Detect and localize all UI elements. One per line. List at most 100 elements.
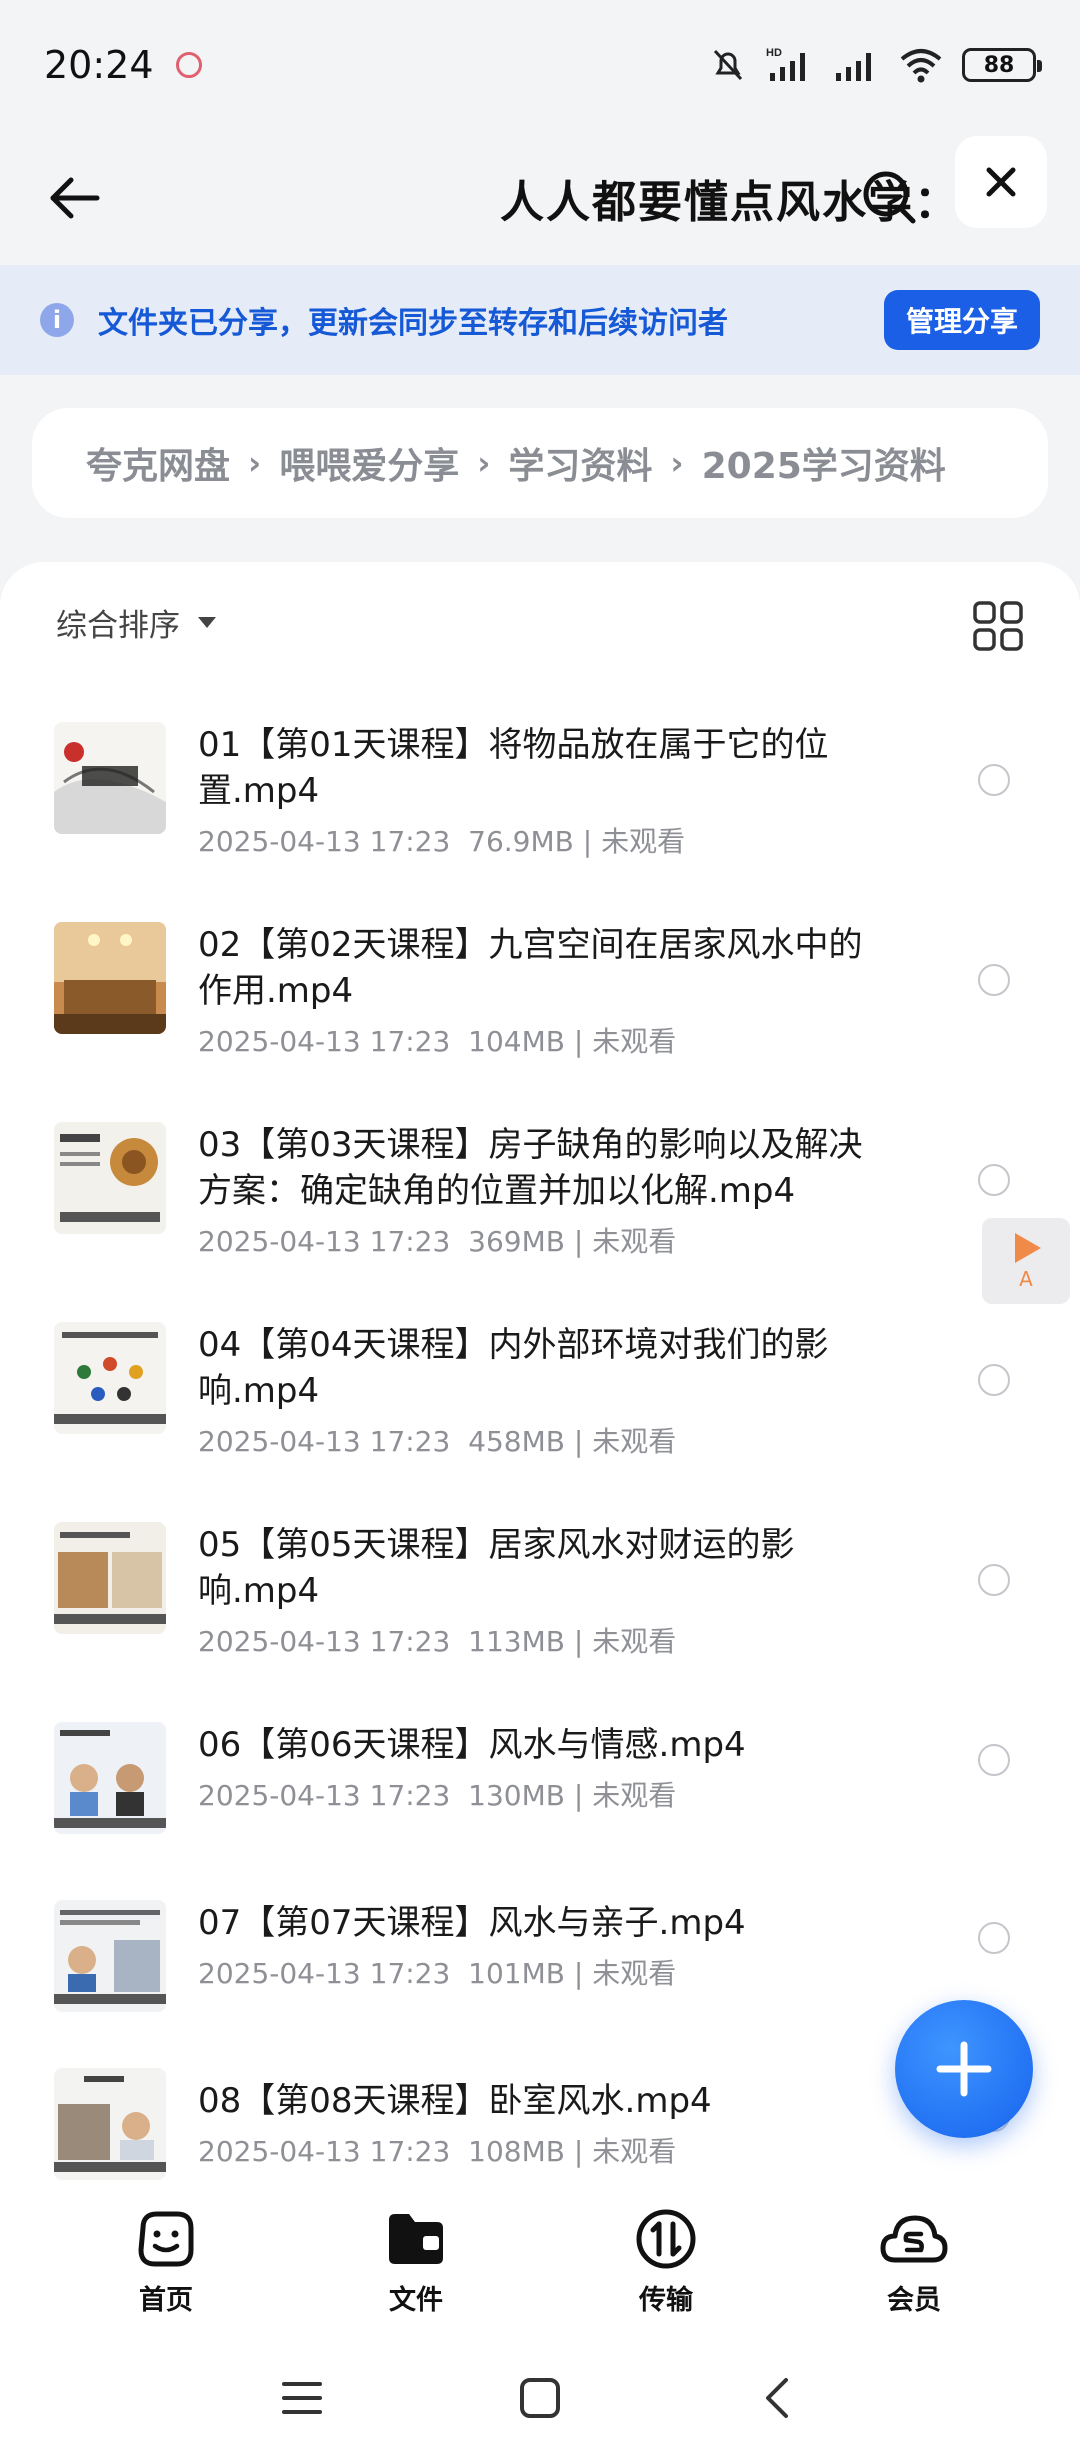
floating-play-widget[interactable]: A bbox=[982, 1218, 1070, 1304]
breadcrumb-item[interactable]: 喂喂爱分享 bbox=[279, 437, 459, 489]
add-button[interactable] bbox=[895, 2000, 1033, 2138]
watch-status: 未观看 bbox=[592, 1779, 677, 1812]
file-date: 2025-04-13 17:23 bbox=[198, 1779, 451, 1812]
file-name: 02【第02天课程】九宫空间在居家风水中的作用.mp4 bbox=[198, 925, 863, 1011]
file-date: 2025-04-13 17:23 bbox=[198, 1425, 451, 1458]
file-meta: 2025-04-13 17:23 108MB | 未观看 bbox=[198, 2135, 677, 2168]
sort-dropdown[interactable]: 综合排序 bbox=[56, 600, 216, 645]
chevron-right-icon: › bbox=[670, 444, 684, 482]
top-bar: 人人都要懂点风水学：1... bbox=[0, 130, 1080, 265]
mute-bell-icon bbox=[713, 49, 743, 81]
share-banner: i 文件夹已分享，更新会同步至转存和后续访问者 管理分享 bbox=[0, 265, 1080, 375]
status-icons: HD 88 bbox=[708, 45, 1042, 85]
plus-icon bbox=[936, 2041, 992, 2097]
file-name: 06【第06天课程】风水与情感.mp4 bbox=[198, 1725, 746, 1765]
back-button[interactable] bbox=[40, 163, 110, 233]
video-thumbnail bbox=[54, 1122, 166, 1234]
file-name: 04【第04天课程】内外部环境对我们的影响.mp4 bbox=[198, 1325, 829, 1411]
menu-icon[interactable] bbox=[280, 2376, 324, 2420]
file-name: 08【第08天课程】卧室风水.mp4 bbox=[198, 2081, 712, 2121]
info-icon: i bbox=[40, 303, 74, 337]
home-face-icon bbox=[138, 2211, 194, 2267]
nav-files[interactable]: 文件 bbox=[336, 2206, 496, 2317]
watch-status: 未观看 bbox=[601, 825, 686, 858]
nav-label: 传输 bbox=[639, 2285, 693, 2316]
file-meta: 2025-04-13 17:23 113MB | 未观看 bbox=[198, 1625, 677, 1658]
video-thumbnail bbox=[54, 922, 166, 1034]
watch-status: 未观看 bbox=[592, 1025, 677, 1058]
watch-status: 未观看 bbox=[592, 1225, 677, 1258]
nav-label: 文件 bbox=[389, 2285, 443, 2316]
select-radio[interactable] bbox=[978, 1744, 1010, 1776]
svg-text:HD: HD bbox=[766, 47, 782, 59]
search-icon bbox=[863, 171, 916, 224]
video-thumbnail bbox=[54, 2068, 166, 2180]
battery-indicator: 88 bbox=[962, 48, 1042, 82]
close-button[interactable] bbox=[955, 136, 1047, 228]
search-button[interactable] bbox=[852, 160, 926, 234]
watch-status: 未观看 bbox=[592, 2135, 677, 2168]
nav-label: 会员 bbox=[887, 2285, 941, 2316]
caret-down-icon bbox=[198, 617, 216, 628]
close-icon bbox=[986, 167, 1016, 197]
file-date: 2025-04-13 17:23 bbox=[198, 1225, 451, 1258]
file-size: 130MB bbox=[468, 1779, 565, 1812]
chevron-right-icon: › bbox=[248, 444, 262, 482]
chevron-right-icon: › bbox=[477, 444, 491, 482]
battery-level: 88 bbox=[983, 52, 1015, 78]
home-square-icon[interactable] bbox=[518, 2376, 562, 2420]
signal-hd-icon: HD bbox=[766, 47, 805, 81]
widget-letter: A bbox=[1019, 1267, 1033, 1291]
nav-vip[interactable]: 会员 bbox=[834, 2206, 994, 2317]
file-name: 03【第03天课程】房子缺角的影响以及解决方案：确定缺角的位置并加以化解.mp4 bbox=[198, 1125, 863, 1211]
play-icon bbox=[1015, 1233, 1041, 1263]
back-chevron-icon[interactable] bbox=[756, 2376, 800, 2420]
file-meta: 2025-04-13 17:23 101MB | 未观看 bbox=[198, 1957, 677, 1990]
watch-status: 未观看 bbox=[592, 1625, 677, 1658]
file-list-panel: 综合排序 01【第01天课程】将物品放在属于它的位置.mp4 2025-04-1… bbox=[0, 562, 1080, 2194]
share-notice-text: 文件夹已分享，更新会同步至转存和后续访问者 bbox=[98, 306, 728, 341]
file-size: 101MB bbox=[468, 1957, 565, 1990]
breadcrumb-item[interactable]: 学习资料 bbox=[508, 437, 652, 489]
video-thumbnail bbox=[54, 722, 166, 834]
file-meta: 2025-04-13 17:23 104MB | 未观看 bbox=[198, 1025, 677, 1058]
app-notification-icon bbox=[175, 52, 202, 78]
breadcrumb-item-current[interactable]: 2025学习资料 bbox=[702, 437, 946, 489]
select-radio[interactable] bbox=[978, 1564, 1010, 1596]
file-date: 2025-04-13 17:23 bbox=[198, 825, 451, 858]
wifi-icon bbox=[900, 49, 942, 83]
file-size: 113MB bbox=[468, 1625, 565, 1658]
file-size: 76.9MB bbox=[468, 825, 574, 858]
signal-icon bbox=[836, 53, 871, 81]
video-thumbnail bbox=[54, 1322, 166, 1434]
nav-home[interactable]: 首页 bbox=[86, 2206, 246, 2317]
file-name: 07【第07天课程】风水与亲子.mp4 bbox=[198, 1903, 746, 1943]
video-thumbnail bbox=[54, 1522, 166, 1634]
grid-view-icon[interactable] bbox=[972, 600, 1024, 652]
select-radio[interactable] bbox=[978, 1164, 1010, 1196]
breadcrumb-item[interactable]: 夸克网盘 bbox=[86, 437, 230, 489]
file-meta: 2025-04-13 17:23 130MB | 未观看 bbox=[198, 1779, 677, 1812]
system-nav-bar bbox=[0, 2334, 1080, 2460]
select-radio[interactable] bbox=[978, 764, 1010, 796]
vip-cloud-icon bbox=[880, 2215, 948, 2263]
nav-transfer[interactable]: 传输 bbox=[586, 2206, 746, 2317]
status-time: 20:24 bbox=[44, 43, 154, 87]
select-radio[interactable] bbox=[978, 964, 1010, 996]
select-radio[interactable] bbox=[978, 1922, 1010, 1954]
transfer-icon bbox=[636, 2209, 696, 2269]
file-meta: 2025-04-13 17:23 76.9MB | 未观看 bbox=[198, 825, 686, 858]
file-name: 05【第05天课程】居家风水对财运的影响.mp4 bbox=[198, 1525, 795, 1611]
file-date: 2025-04-13 17:23 bbox=[198, 1025, 451, 1058]
video-thumbnail bbox=[54, 1900, 166, 2012]
select-radio[interactable] bbox=[978, 1364, 1010, 1396]
page-title: 人人都要懂点风水学：1... bbox=[500, 176, 1020, 228]
file-size: 458MB bbox=[468, 1425, 565, 1458]
file-size: 369MB bbox=[468, 1225, 565, 1258]
file-date: 2025-04-13 17:23 bbox=[198, 1625, 451, 1658]
manage-share-button[interactable]: 管理分享 bbox=[883, 290, 1040, 350]
arrow-left-icon bbox=[50, 177, 100, 218]
file-name: 01【第01天课程】将物品放在属于它的位置.mp4 bbox=[198, 725, 829, 811]
status-bar: 20:24 HD 88 bbox=[0, 0, 1080, 130]
file-date: 2025-04-13 17:23 bbox=[198, 2135, 451, 2168]
